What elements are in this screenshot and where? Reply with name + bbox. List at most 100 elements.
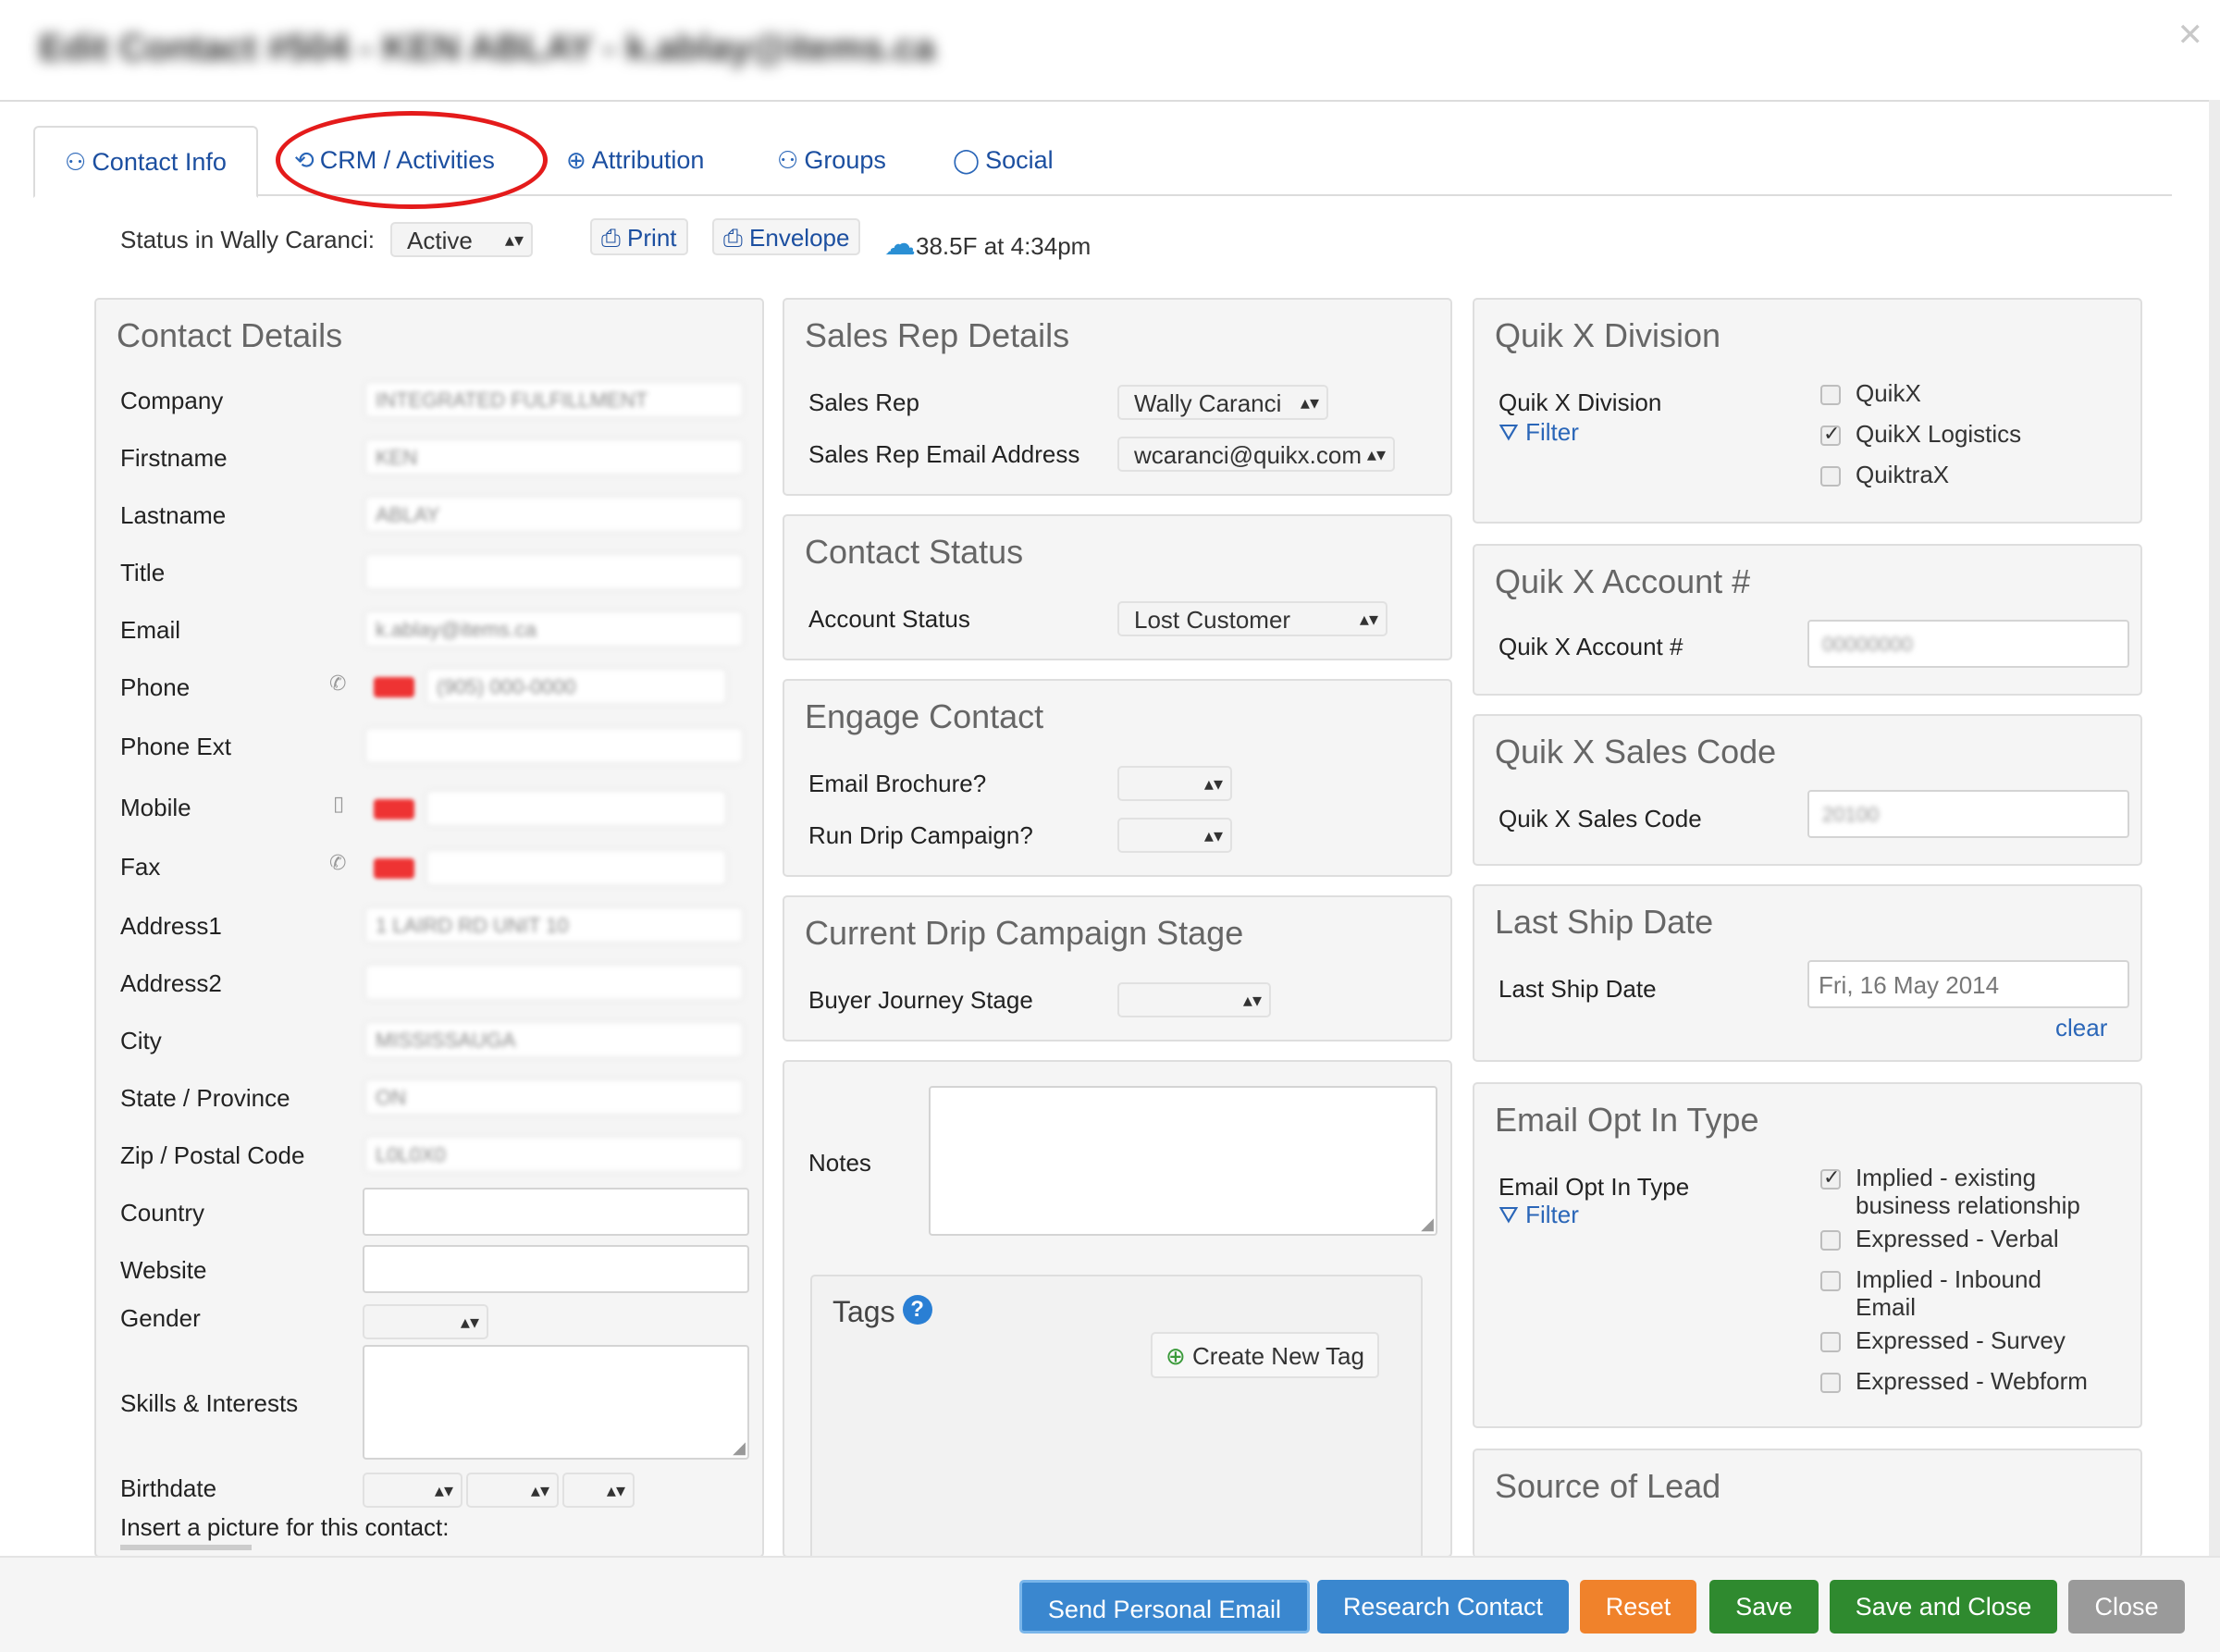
opt-in-checkbox-expressed-verbal[interactable] — [1820, 1230, 1841, 1251]
division-filter-link[interactable]: ⛛ Filter — [1498, 418, 1579, 448]
division-checkbox-quiktrax[interactable] — [1820, 466, 1841, 487]
website-label: Website — [120, 1256, 207, 1284]
opt-in-checkbox-expressed-survey[interactable] — [1820, 1332, 1841, 1352]
last-ship-date-panel: Last Ship Date Last Ship Date Fri, 16 Ma… — [1473, 884, 2142, 1062]
opt-in-option-label: Implied - Inbound Email — [1856, 1265, 2041, 1321]
phone-icon: ✆ — [329, 672, 347, 695]
dialog-footer: Send Personal Email Research Contact Res… — [0, 1556, 2220, 1652]
run-drip-select[interactable]: ▴▾ — [1117, 818, 1232, 853]
research-contact-button[interactable]: Research Contact — [1317, 1580, 1569, 1634]
create-new-tag-button[interactable]: ⊕ Create New Tag — [1151, 1332, 1379, 1378]
firstname-input[interactable]: KEN — [364, 438, 744, 475]
country-input[interactable] — [363, 1188, 749, 1236]
opt-in-filter-link[interactable]: ⛛ Filter — [1498, 1201, 1579, 1230]
opt-in-label: Email Opt In Type — [1498, 1173, 1690, 1201]
help-icon[interactable]: ? — [902, 1295, 932, 1325]
skills-label: Skills & Interests — [120, 1389, 299, 1417]
tab-contact-info[interactable]: ⚇ Contact Info — [33, 126, 258, 198]
state-input[interactable]: ON — [364, 1079, 744, 1116]
birthdate-day-select[interactable]: ▴▾ — [466, 1473, 559, 1508]
opt-in-checkbox-implied-existing[interactable] — [1820, 1165, 1841, 1190]
cloud-icon: ☁ — [884, 227, 916, 262]
reset-button[interactable]: Reset — [1580, 1580, 1696, 1634]
save-and-close-button[interactable]: Save and Close — [1830, 1580, 2057, 1634]
envelope-button[interactable]: ⎙ Envelope — [712, 218, 861, 255]
tab-social[interactable]: ◯ Social — [953, 126, 1054, 194]
account-status-select[interactable]: Lost Customer ▴▾ — [1117, 601, 1388, 636]
last-ship-date-input[interactable]: Fri, 16 May 2014 — [1807, 960, 2129, 1008]
opt-in-checkbox-implied-inbound[interactable] — [1820, 1271, 1841, 1291]
printer-icon: ⎙ — [601, 224, 621, 252]
mobile-input[interactable] — [426, 790, 727, 827]
title-label: Title — [120, 559, 166, 586]
tab-attribution[interactable]: ⊕ Attribution — [566, 126, 704, 194]
picture-label: Insert a picture for this contact: — [120, 1513, 450, 1541]
last-ship-date-label: Last Ship Date — [1498, 975, 1657, 1003]
buyer-journey-select[interactable]: ▴▾ — [1117, 982, 1271, 1017]
printer-icon: ⎙ — [723, 224, 743, 252]
opt-in-checkbox-expressed-webform[interactable] — [1820, 1373, 1841, 1393]
print-button[interactable]: ⎙ Print — [590, 218, 688, 255]
email-opt-in-panel: Email Opt In Type Email Opt In Type ⛛ Fi… — [1473, 1082, 2142, 1428]
birthdate-label: Birthdate — [120, 1474, 217, 1502]
mobile-label: Mobile — [120, 794, 191, 821]
zip-input[interactable]: L0L0X0 — [364, 1136, 744, 1173]
account-panel: Quik X Account # Quik X Account # 000000… — [1473, 544, 2142, 696]
tags-title: Tags? — [832, 1295, 932, 1329]
email-brochure-select[interactable]: ▴▾ — [1117, 766, 1232, 801]
send-personal-email-button[interactable]: Send Personal Email — [1019, 1580, 1310, 1634]
sales-code-panel: Quik X Sales Code Quik X Sales Code 2010… — [1473, 714, 2142, 866]
chevron-updown-icon: ▴▾ — [606, 1481, 625, 1501]
birthdate-month-select[interactable]: ▴▾ — [363, 1473, 462, 1508]
division-checkbox-quikx[interactable] — [1820, 385, 1841, 405]
website-input[interactable] — [363, 1245, 749, 1293]
flag-icon[interactable] — [374, 677, 414, 697]
panel-title: Quik X Account # — [1495, 562, 1751, 600]
flag-icon[interactable] — [374, 858, 414, 879]
birthdate-year-select[interactable]: ▴▾ — [562, 1473, 635, 1508]
panel-title: Last Ship Date — [1495, 903, 1714, 941]
address1-input[interactable]: 1 LAIRD RD UNIT 10 — [364, 906, 744, 943]
sales-rep-email-select[interactable]: wcaranci@quikx.com ▴▾ — [1117, 437, 1395, 472]
zip-label: Zip / Postal Code — [120, 1141, 305, 1169]
chevron-updown-icon: ▴▾ — [1203, 826, 1223, 846]
city-input[interactable]: MISSISSAUGA — [364, 1021, 744, 1058]
scrollbar-track[interactable] — [2209, 100, 2220, 1556]
email-input[interactable]: k.ablay@items.ca — [364, 610, 744, 647]
close-icon[interactable]: ✕ — [2177, 17, 2204, 54]
lastname-label: Lastname — [120, 501, 227, 529]
division-option-label: QuikX — [1856, 379, 1921, 407]
title-input[interactable] — [364, 553, 744, 590]
sales-code-input[interactable]: 20100 — [1807, 790, 2129, 838]
picture-upload-button[interactable] — [120, 1545, 252, 1550]
account-input[interactable]: 00000000 — [1807, 620, 2129, 668]
close-button[interactable]: Close — [2068, 1580, 2185, 1634]
tab-groups[interactable]: ⚇ Groups — [777, 126, 886, 194]
skills-textarea[interactable]: ◢ — [363, 1345, 749, 1460]
resize-grip-icon[interactable]: ◢ — [1421, 1214, 1434, 1234]
notes-label: Notes — [808, 1149, 871, 1177]
gender-select[interactable]: ▴▾ — [363, 1304, 488, 1339]
resize-grip-icon[interactable]: ◢ — [733, 1438, 746, 1458]
status-select[interactable]: Active ▴▾ — [390, 222, 533, 257]
account-status-label: Account Status — [808, 605, 970, 633]
phone-input[interactable]: (905) 000-0000 — [426, 668, 727, 705]
sales-rep-select[interactable]: Wally Caranci ▴▾ — [1117, 385, 1328, 420]
notes-panel: Notes ◢ Tags? ⊕ Create New Tag — [783, 1060, 1452, 1571]
save-button[interactable]: Save — [1709, 1580, 1819, 1634]
fax-input[interactable] — [426, 849, 727, 886]
address2-input[interactable] — [364, 964, 744, 1001]
flag-icon[interactable] — [374, 799, 414, 820]
contact-details-panel: Contact Details Company INTEGRATED FULFI… — [94, 298, 764, 1558]
lastname-input[interactable]: ABLAY — [364, 496, 744, 533]
sales-rep-label: Sales Rep — [808, 388, 919, 416]
clear-date-link[interactable]: clear — [2055, 1014, 2107, 1042]
address2-label: Address2 — [120, 969, 222, 997]
phone-ext-input[interactable] — [364, 727, 744, 764]
country-label: Country — [120, 1199, 205, 1227]
notes-textarea[interactable]: ◢ — [929, 1086, 1437, 1236]
company-input[interactable]: INTEGRATED FULFILLMENT — [364, 381, 744, 418]
fax-label: Fax — [120, 853, 161, 881]
state-label: State / Province — [120, 1084, 290, 1112]
division-checkbox-quikx-logistics[interactable] — [1820, 422, 1841, 446]
